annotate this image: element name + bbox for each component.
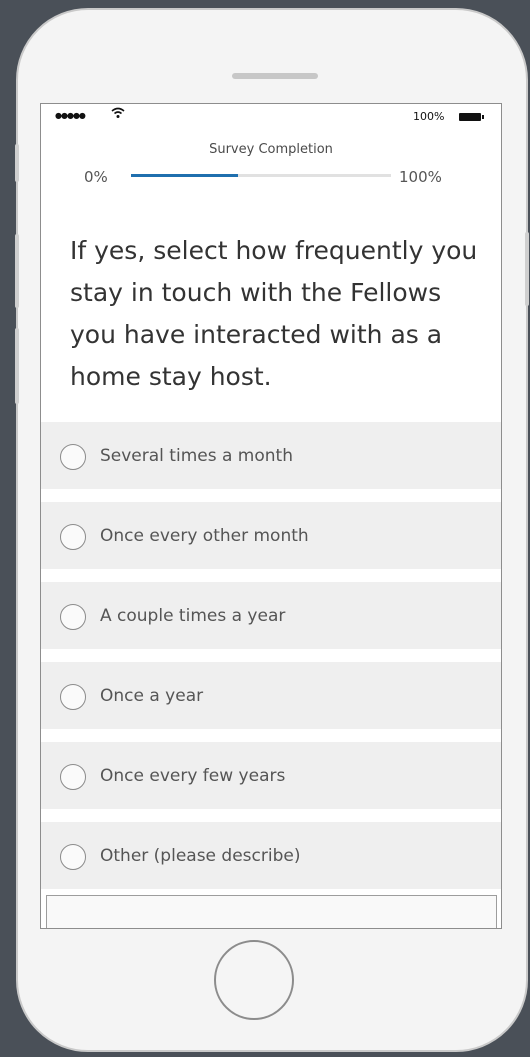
radio-button[interactable] (60, 604, 86, 630)
battery-icon (459, 113, 484, 121)
option-several-times-a-month[interactable]: Several times a month (41, 422, 501, 489)
progress-start-label: 0% (84, 168, 108, 186)
option-label: Once every few years (100, 766, 286, 786)
radio-button[interactable] (60, 524, 86, 550)
question-text: If yes, select how frequently you stay i… (70, 236, 478, 391)
option-label: A couple times a year (100, 606, 286, 626)
option-other[interactable]: Other (please describe) (41, 822, 501, 889)
progress-bar-fill (131, 174, 238, 177)
progress-end-label: 100% (399, 168, 442, 186)
option-a-couple-times-a-year[interactable]: A couple times a year (41, 582, 501, 649)
option-once-every-few-years[interactable]: Once every few years (41, 742, 501, 809)
option-once-every-other-month[interactable]: Once every other month (41, 502, 501, 569)
option-label: Several times a month (100, 446, 293, 466)
status-bar: ●●●●● 100% (41, 104, 501, 132)
option-once-a-year[interactable]: Once a year (41, 662, 501, 729)
answer-options: Several times a month Once every other m… (41, 422, 501, 902)
option-label: Once a year (100, 686, 204, 706)
phone-power-button (525, 232, 529, 306)
radio-button[interactable] (60, 844, 86, 870)
phone-screen: ●●●●● 100% Survey Completion 0% 100% If … (40, 103, 502, 929)
radio-button[interactable] (60, 684, 86, 710)
speaker-grille (232, 73, 318, 79)
wifi-icon (111, 107, 125, 122)
phone-volume-down-button (15, 328, 19, 404)
option-label: Once every other month (100, 526, 309, 546)
other-description-input[interactable] (46, 895, 497, 928)
battery-percentage: 100% (413, 110, 445, 123)
phone-side-button (15, 144, 19, 182)
progress-title: Survey Completion (209, 142, 333, 157)
progress-bar (131, 174, 391, 177)
radio-button[interactable] (60, 764, 86, 790)
option-label: Other (please describe) (100, 846, 301, 866)
radio-button[interactable] (60, 444, 86, 470)
signal-strength-icon: ●●●●● (55, 111, 86, 120)
home-button[interactable] (214, 940, 294, 1020)
phone-volume-up-button (15, 234, 19, 308)
